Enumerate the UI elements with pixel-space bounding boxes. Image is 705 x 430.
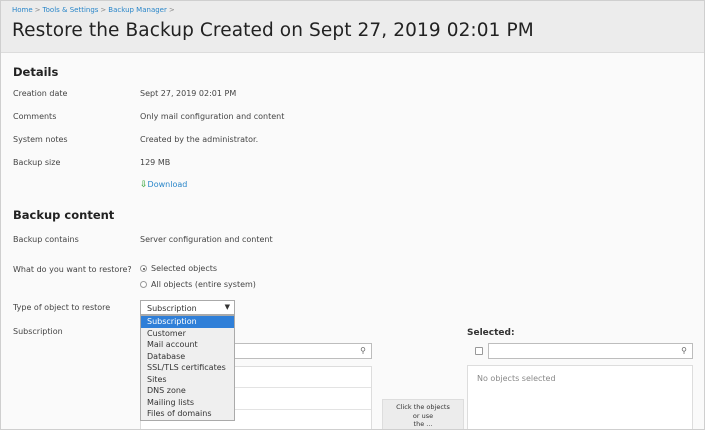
hint-line: Click the objects bbox=[396, 403, 450, 411]
selected-heading: Selected: bbox=[467, 328, 515, 338]
system-notes-value: Created by the administrator. bbox=[140, 135, 259, 144]
option-sites[interactable]: Sites bbox=[141, 374, 234, 386]
restore-what-label: What do you want to restore? bbox=[13, 265, 132, 274]
object-type-select[interactable]: Subscription ▼ bbox=[140, 300, 235, 315]
subscription-label: Subscription bbox=[13, 327, 63, 336]
backup-size-value: 129 MB bbox=[140, 158, 171, 167]
option-subscription[interactable]: Subscription bbox=[141, 316, 234, 328]
download-link[interactable]: ⇩Download bbox=[140, 180, 187, 190]
system-notes-label: System notes bbox=[13, 135, 68, 144]
details-heading: Details bbox=[13, 65, 59, 79]
radio-selected-objects-label: Selected objects bbox=[151, 264, 218, 273]
radio-checked-icon bbox=[140, 265, 147, 272]
comments-label: Comments bbox=[13, 112, 57, 121]
option-mail-account[interactable]: Mail account bbox=[141, 339, 234, 351]
object-type-selected-value: Subscription bbox=[147, 304, 197, 313]
backup-contains-value: Server configuration and content bbox=[140, 235, 273, 244]
breadcrumb-item-home[interactable]: Home bbox=[12, 6, 33, 14]
move-hint: Click the objects or use the ... bbox=[382, 399, 464, 429]
breadcrumb-separator: > bbox=[34, 6, 41, 14]
radio-selected-objects[interactable]: Selected objects bbox=[140, 264, 217, 273]
option-mailing-lists[interactable]: Mailing lists bbox=[141, 397, 234, 409]
page-title: Restore the Backup Created on Sept 27, 2… bbox=[12, 20, 534, 41]
radio-all-objects-label: All objects (entire system) bbox=[151, 280, 256, 289]
creation-date-label: Creation date bbox=[13, 89, 68, 98]
search-icon: ⚲ bbox=[360, 346, 366, 355]
backup-contains-label: Backup contains bbox=[13, 235, 79, 244]
radio-unchecked-icon bbox=[140, 281, 147, 288]
breadcrumb: Home > Tools & Settings > Backup Manager > bbox=[12, 6, 177, 14]
search-icon: ⚲ bbox=[681, 346, 687, 355]
list-divider bbox=[235, 387, 371, 388]
comments-value: Only mail configuration and content bbox=[140, 112, 285, 121]
breadcrumb-item-backup-manager[interactable]: Backup Manager bbox=[108, 6, 167, 14]
app-frame: Home > Tools & Settings > Backup Manager > Re… bbox=[0, 0, 705, 430]
hint-line: the ... bbox=[413, 420, 433, 428]
select-all-checkbox[interactable] bbox=[475, 347, 483, 355]
hint-line: or use bbox=[412, 411, 434, 420]
page-header: Home > Tools & Settings > Backup Manager > Re… bbox=[1, 1, 704, 53]
option-files-of-domains[interactable]: Files of domains bbox=[141, 408, 234, 420]
backup-content-heading: Backup content bbox=[13, 208, 115, 222]
radio-all-objects[interactable]: All objects (entire system) bbox=[140, 280, 256, 289]
option-customer[interactable]: Customer bbox=[141, 328, 234, 340]
no-objects-message: No objects selected bbox=[477, 374, 556, 383]
option-database[interactable]: Database bbox=[141, 351, 234, 363]
option-dns-zone[interactable]: DNS zone bbox=[141, 385, 234, 397]
breadcrumb-separator: > bbox=[100, 6, 107, 14]
breadcrumb-item-tools[interactable]: Tools & Settings bbox=[43, 6, 99, 14]
option-ssl-tls-certificates[interactable]: SSL/TLS certificates bbox=[141, 362, 234, 374]
backup-size-label: Backup size bbox=[13, 158, 61, 167]
download-label: Download bbox=[147, 180, 188, 189]
breadcrumb-separator: > bbox=[168, 6, 175, 14]
list-divider bbox=[235, 409, 371, 410]
object-type-dropdown[interactable]: Subscription Customer Mail account Datab… bbox=[140, 315, 235, 421]
download-arrow-icon: ⇩ bbox=[140, 180, 148, 190]
creation-date-value: Sept 27, 2019 02:01 PM bbox=[140, 89, 237, 98]
selected-search-input[interactable]: ⚲ bbox=[488, 343, 693, 359]
dropdown-caret-icon: ▼ bbox=[224, 303, 230, 311]
object-type-label: Type of object to restore bbox=[13, 303, 111, 312]
